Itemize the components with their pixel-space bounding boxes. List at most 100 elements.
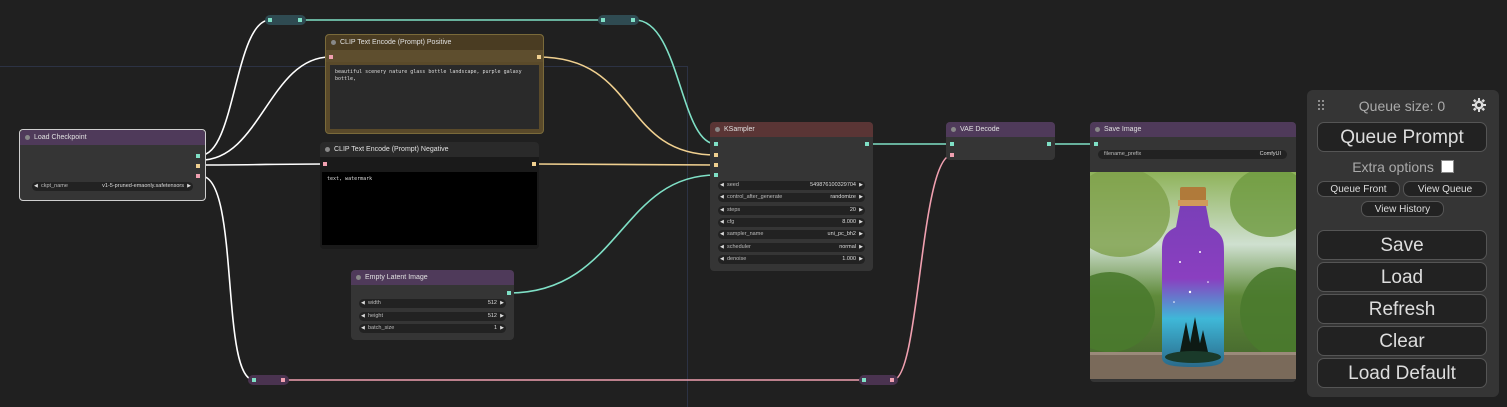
triangle-right-icon[interactable]: ▶ bbox=[859, 181, 863, 190]
prompt-text-area[interactable]: text, watermark bbox=[322, 172, 537, 245]
ckpt-name-widget[interactable]: ◀ ckpt_name v1-5-pruned-emaonly.safetens… bbox=[32, 182, 193, 191]
triangle-left-icon[interactable]: ◀ bbox=[720, 206, 724, 215]
reroute-output-slot[interactable] bbox=[281, 378, 285, 382]
triangle-right-icon[interactable]: ▶ bbox=[859, 230, 863, 239]
clip-output-slot[interactable] bbox=[196, 164, 200, 168]
triangle-right-icon[interactable]: ▶ bbox=[859, 255, 863, 264]
reroute-output-slot[interactable] bbox=[631, 18, 635, 22]
ksampler-widget-seed[interactable]: ◀ seed 549876100329704 ▶ bbox=[718, 181, 865, 190]
batch-size-widget[interactable]: ◀ batch_size 1 ▶ bbox=[359, 324, 506, 333]
triangle-right-icon[interactable]: ▶ bbox=[500, 324, 504, 333]
reroute-input-slot[interactable] bbox=[252, 378, 256, 382]
vae-input-slot[interactable] bbox=[950, 153, 954, 157]
clip-input-slot[interactable] bbox=[329, 55, 333, 59]
triangle-right-icon[interactable]: ▶ bbox=[187, 182, 191, 191]
node-graph-canvas[interactable]: Load Checkpoint ◀ ckpt_name v1-5-pruned-… bbox=[0, 0, 1507, 407]
node-title: Empty Latent Image bbox=[351, 270, 514, 285]
triangle-right-icon[interactable]: ▶ bbox=[859, 243, 863, 252]
empty-latent-image-node[interactable]: Empty Latent Image ◀ width 512 ▶ ◀ heigh… bbox=[351, 270, 514, 340]
triangle-left-icon[interactable]: ◀ bbox=[361, 299, 365, 308]
model-wire-bottom bbox=[200, 175, 255, 381]
images-input-slot[interactable] bbox=[1094, 142, 1098, 146]
queue-prompt-button[interactable]: Queue Prompt bbox=[1317, 122, 1487, 152]
height-widget[interactable]: ◀ height 512 ▶ bbox=[359, 312, 506, 321]
reroute-input-slot[interactable] bbox=[862, 378, 866, 382]
drag-dots-icon[interactable] bbox=[1317, 99, 1325, 113]
clip-input-slot[interactable] bbox=[323, 162, 327, 166]
slot-row bbox=[326, 50, 543, 62]
cond-positive-wire bbox=[537, 56, 717, 156]
triangle-left-icon[interactable]: ◀ bbox=[720, 230, 724, 239]
ksampler-widget-denoise[interactable]: ◀ denoise 1.000 ▶ bbox=[718, 254, 865, 264]
extra-options-row: Extra options bbox=[1307, 159, 1499, 175]
gear-icon[interactable] bbox=[1472, 98, 1486, 112]
triangle-left-icon[interactable]: ◀ bbox=[720, 243, 724, 252]
prompt-text-area[interactable]: beautiful scenery nature glass bottle la… bbox=[330, 65, 539, 129]
ksampler-widget-control-after-generate[interactable]: ◀ control_after_generate randomize ▶ bbox=[718, 193, 865, 203]
load-default-button[interactable]: Load Default bbox=[1317, 358, 1487, 388]
latent-output-slot[interactable] bbox=[507, 291, 511, 295]
queue-front-button[interactable]: Queue Front bbox=[1317, 181, 1400, 197]
triangle-right-icon[interactable]: ▶ bbox=[500, 312, 504, 321]
triangle-left-icon[interactable]: ◀ bbox=[720, 193, 724, 202]
conditioning-output-slot[interactable] bbox=[532, 162, 536, 166]
node-title: KSampler bbox=[710, 122, 873, 137]
triangle-left-icon[interactable]: ◀ bbox=[34, 182, 38, 191]
triangle-left-icon[interactable]: ◀ bbox=[720, 255, 724, 264]
clip-text-encode-positive-node[interactable]: CLIP Text Encode (Prompt) Positive beaut… bbox=[325, 34, 544, 134]
reroute-output-slot[interactable] bbox=[298, 18, 302, 22]
vae-output-slot[interactable] bbox=[196, 174, 200, 178]
triangle-left-icon[interactable]: ◀ bbox=[720, 218, 724, 227]
triangle-right-icon[interactable]: ▶ bbox=[859, 218, 863, 227]
model-wire-positive bbox=[200, 56, 331, 161]
triangle-left-icon[interactable]: ◀ bbox=[361, 324, 365, 333]
node-title: CLIP Text Encode (Prompt) Negative bbox=[320, 142, 539, 157]
triangle-right-icon[interactable]: ▶ bbox=[859, 206, 863, 215]
filename-prefix-widget[interactable]: filename_prefix ComfyUI bbox=[1098, 150, 1287, 159]
triangle-left-icon[interactable]: ◀ bbox=[361, 312, 365, 321]
node-title: Save Image bbox=[1090, 122, 1296, 137]
width-widget[interactable]: ◀ width 512 ▶ bbox=[359, 299, 506, 308]
output-image-preview[interactable] bbox=[1090, 172, 1296, 379]
ksampler-node[interactable]: KSampler ◀ seed 549876100329704 ▶ ◀ control_a… bbox=[710, 122, 873, 271]
ksampler-widget-scheduler[interactable]: ◀ scheduler normal ▶ bbox=[718, 242, 865, 252]
save-image-node[interactable]: Save Image filename_prefix ComfyUI bbox=[1090, 122, 1296, 382]
view-history-button[interactable]: View History bbox=[1361, 201, 1444, 217]
save-button[interactable]: Save bbox=[1317, 230, 1487, 260]
queue-size-label: Queue size: 0 bbox=[1358, 98, 1446, 114]
triangle-right-icon[interactable]: ▶ bbox=[500, 299, 504, 308]
refresh-button[interactable]: Refresh bbox=[1317, 294, 1487, 324]
model-output-slot[interactable] bbox=[196, 154, 200, 158]
view-queue-button[interactable]: View Queue bbox=[1403, 181, 1487, 197]
reroute-node-top-left[interactable] bbox=[265, 15, 306, 25]
clear-button[interactable]: Clear bbox=[1317, 326, 1487, 356]
extra-options-checkbox[interactable] bbox=[1440, 160, 1454, 173]
samples-input-slot[interactable] bbox=[950, 142, 954, 146]
triangle-left-icon[interactable]: ◀ bbox=[720, 181, 724, 190]
latent-wire bbox=[508, 174, 717, 294]
negative-input-slot[interactable] bbox=[714, 163, 718, 167]
positive-input-slot[interactable] bbox=[714, 153, 718, 157]
clip-text-encode-negative-node[interactable]: CLIP Text Encode (Prompt) Negative text,… bbox=[320, 142, 539, 249]
ksampler-widget-steps[interactable]: ◀ steps 20 ▶ bbox=[718, 205, 865, 215]
model-wire-negative bbox=[200, 163, 326, 166]
reroute-output-slot[interactable] bbox=[890, 378, 894, 382]
reroute-node-top-right[interactable] bbox=[598, 15, 639, 25]
conditioning-output-slot[interactable] bbox=[537, 55, 541, 59]
ksampler-widget-sampler-name[interactable]: ◀ sampler_name uni_pc_bh2 ▶ bbox=[718, 230, 865, 240]
node-title: Load Checkpoint bbox=[20, 130, 205, 145]
reroute-input-slot[interactable] bbox=[601, 18, 605, 22]
model-input-slot[interactable] bbox=[714, 142, 718, 146]
image-output-slot[interactable] bbox=[1047, 142, 1051, 146]
node-title: CLIP Text Encode (Prompt) Positive bbox=[326, 35, 543, 50]
reroute-input-slot[interactable] bbox=[268, 18, 272, 22]
reroute-node-bottom-left[interactable] bbox=[248, 375, 289, 385]
triangle-right-icon[interactable]: ▶ bbox=[859, 193, 863, 202]
load-button[interactable]: Load bbox=[1317, 262, 1487, 292]
latent-input-slot[interactable] bbox=[714, 173, 718, 177]
vae-decode-node[interactable]: VAE Decode bbox=[946, 122, 1055, 160]
reroute-node-bottom-right[interactable] bbox=[859, 375, 898, 385]
load-checkpoint-node[interactable]: Load Checkpoint ◀ ckpt_name v1-5-pruned-… bbox=[19, 129, 206, 201]
latent-output-slot[interactable] bbox=[865, 142, 869, 146]
ksampler-widget-cfg[interactable]: ◀ cfg 8.000 ▶ bbox=[718, 217, 865, 227]
